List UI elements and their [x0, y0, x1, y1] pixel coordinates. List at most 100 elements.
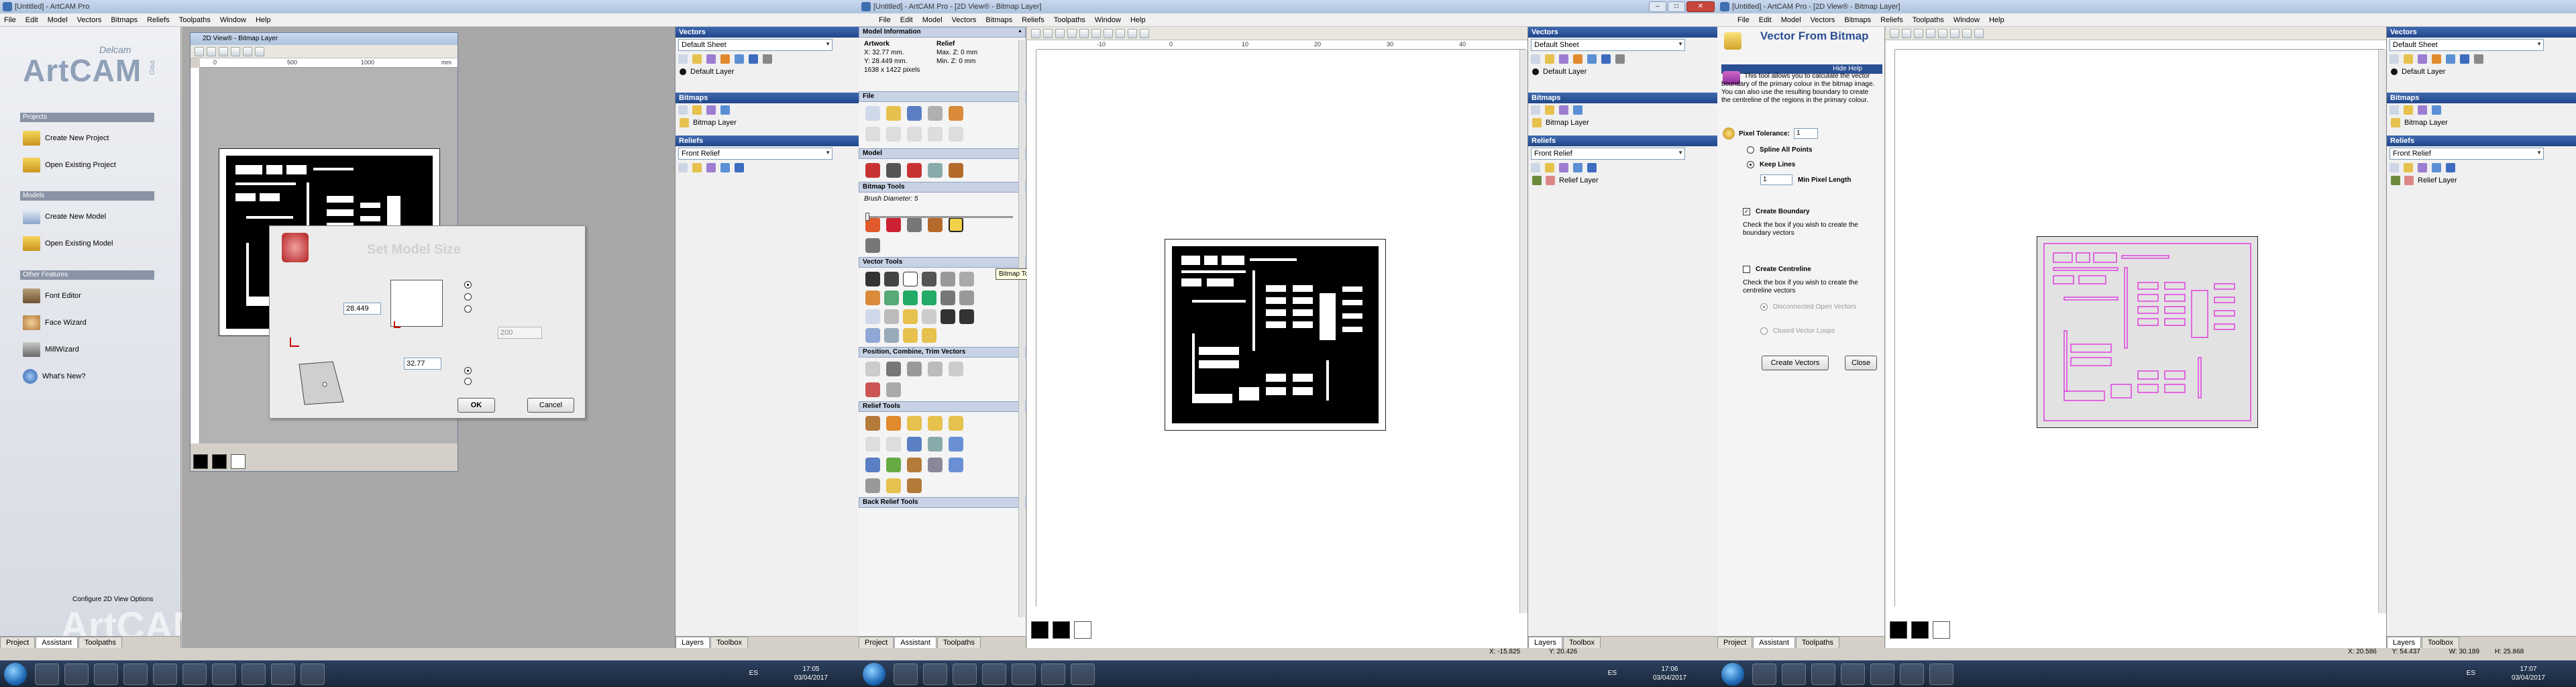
language-indicator[interactable]: ES — [2467, 670, 2475, 677]
relief-props-icon[interactable] — [2432, 163, 2441, 172]
two-rail-icon[interactable] — [949, 416, 963, 431]
weld-icon[interactable] — [886, 382, 901, 397]
pixel-tolerance-input[interactable]: 1 — [1793, 128, 1818, 139]
menu-vectors[interactable]: Vectors — [952, 16, 977, 24]
shape-editor-icon[interactable] — [865, 416, 880, 431]
layer-visibility-icon[interactable] — [680, 68, 686, 75]
open-icon[interactable] — [886, 106, 901, 121]
model-size-icon[interactable] — [865, 163, 880, 178]
clock[interactable]: 17:07 03/04/2017 — [2512, 665, 2545, 682]
tab-assistant[interactable]: Assistant — [894, 637, 936, 648]
bitmap-edit-icon[interactable] — [928, 217, 943, 232]
menu-help[interactable]: Help — [1989, 16, 2004, 24]
copy-relief-icon[interactable] — [706, 163, 716, 172]
relief-clipart-icon[interactable] — [907, 458, 922, 472]
bitmap-to-vector-icon[interactable] — [949, 217, 963, 232]
relief-combine-icon[interactable] — [1587, 163, 1597, 172]
fade-icon[interactable] — [886, 458, 901, 472]
menu-edit[interactable]: Edit — [25, 16, 38, 24]
taskbar-artcam-icon[interactable] — [1012, 664, 1036, 685]
fillet-icon[interactable] — [865, 290, 880, 305]
new-layer-icon[interactable] — [678, 54, 688, 64]
layer-props-icon[interactable] — [1587, 54, 1597, 64]
pan-icon[interactable] — [243, 46, 252, 56]
relief-props-icon[interactable] — [1573, 163, 1582, 172]
taskbar-media-icon[interactable] — [1811, 664, 1835, 685]
taskbar-photoshop-icon[interactable] — [271, 664, 295, 685]
copy-bitmap-icon[interactable] — [2418, 105, 2427, 115]
closed-loops-option[interactable]: Closed Vector Loops — [1760, 327, 1835, 335]
taskbar-ie-icon[interactable] — [1752, 664, 1776, 685]
relief-select[interactable]: Front Relief — [2390, 148, 2544, 160]
menu-vectors[interactable]: Vectors — [1811, 16, 1835, 24]
model-texture-icon[interactable] — [949, 163, 963, 178]
new-layer-icon[interactable] — [2390, 54, 2399, 64]
tab-toolbox[interactable]: Toolbox — [710, 637, 748, 648]
black-swatch[interactable] — [1053, 621, 1070, 639]
taskbar-illustrator-icon[interactable] — [1041, 664, 1065, 685]
view-color-palette[interactable] — [1031, 621, 1091, 639]
taskbar-artcam-icon[interactable] — [153, 664, 177, 685]
copy-bitmap-icon[interactable] — [1559, 105, 1568, 115]
wave-icon[interactable] — [865, 309, 880, 324]
paste-relief-icon[interactable] — [865, 458, 880, 472]
relief-cleanup-icon[interactable] — [907, 478, 922, 493]
snap-icon[interactable] — [1974, 28, 1984, 38]
layer-delete-icon[interactable] — [1615, 54, 1625, 64]
brush-slider[interactable] — [865, 213, 1013, 221]
black-swatch[interactable] — [1911, 621, 1929, 639]
curve-icon[interactable] — [884, 309, 899, 324]
new-bitmap-icon[interactable] — [1531, 105, 1540, 115]
layer-lock-icon[interactable] — [1601, 54, 1611, 64]
create-vectors-button[interactable]: Create Vectors — [1762, 356, 1829, 370]
texture-relief-icon[interactable] — [907, 437, 922, 452]
menu-bitmaps[interactable]: Bitmaps — [111, 16, 138, 24]
taskbar-explorer-icon[interactable] — [1841, 664, 1865, 685]
combine-icon[interactable] — [949, 362, 963, 376]
bitmap-props-icon[interactable] — [720, 105, 730, 115]
tab-assistant[interactable]: Assistant — [1753, 637, 1795, 648]
zoom-box-icon[interactable] — [1938, 28, 1947, 38]
disconnected-radio[interactable] — [1760, 303, 1768, 311]
relief-select[interactable]: Front Relief — [1531, 148, 1685, 160]
taskbar-explorer-icon[interactable] — [123, 664, 148, 685]
paint-layer-icon[interactable] — [1573, 54, 1582, 64]
arc-icon[interactable] — [959, 272, 974, 286]
minimize-icon[interactable]: – — [1649, 1, 1666, 12]
copy-bitmap-icon[interactable] — [706, 105, 716, 115]
tab-toolpaths[interactable]: Toolpaths — [78, 637, 122, 648]
bounding-icon[interactable] — [884, 328, 899, 343]
copy-layer-icon[interactable] — [1559, 54, 1568, 64]
taskbar-app-icon[interactable] — [212, 664, 236, 685]
relief-combine-icon[interactable] — [735, 163, 744, 172]
layer-props-icon[interactable] — [735, 54, 744, 64]
move-icon[interactable] — [865, 362, 880, 376]
zoom-out-icon[interactable] — [207, 46, 216, 56]
zoom-fit-icon[interactable] — [1926, 28, 1935, 38]
import-icon[interactable] — [949, 106, 963, 121]
white-swatch[interactable] — [231, 454, 246, 469]
create-boundary-checkbox[interactable]: ✓ — [1743, 208, 1750, 215]
bitmap-props-icon[interactable] — [1573, 105, 1582, 115]
menu-window[interactable]: Window — [220, 16, 246, 24]
copy-relief-icon[interactable] — [1559, 163, 1568, 172]
units-radio-3[interactable] — [464, 305, 472, 313]
menu-bitmaps[interactable]: Bitmaps — [985, 16, 1012, 24]
zoom-fit-icon[interactable] — [1067, 28, 1077, 38]
save-icon[interactable] — [907, 106, 922, 121]
model-section-header[interactable]: Model — [859, 148, 1026, 159]
sculpt-icon[interactable] — [886, 437, 901, 452]
tab-toolpaths[interactable]: Toolpaths — [936, 637, 981, 648]
copy-layer-icon[interactable] — [2418, 54, 2427, 64]
relief-tools-header[interactable]: Relief Tools — [859, 401, 1026, 412]
origin-radio-2[interactable] — [464, 378, 472, 385]
model-resolution-icon[interactable] — [886, 163, 901, 178]
open-bitmap-icon[interactable] — [692, 105, 702, 115]
scrollbar-vertical[interactable] — [1018, 40, 1025, 617]
smooth-icon[interactable] — [865, 238, 880, 253]
view-v-scrollbar[interactable] — [2378, 50, 2386, 613]
disconnected-option[interactable]: Disconnected Open Vectors — [1760, 303, 1874, 311]
trim-icon[interactable] — [922, 309, 936, 324]
tab-project[interactable]: Project — [0, 637, 36, 648]
taskbar-artcam-icon[interactable] — [1870, 664, 1894, 685]
